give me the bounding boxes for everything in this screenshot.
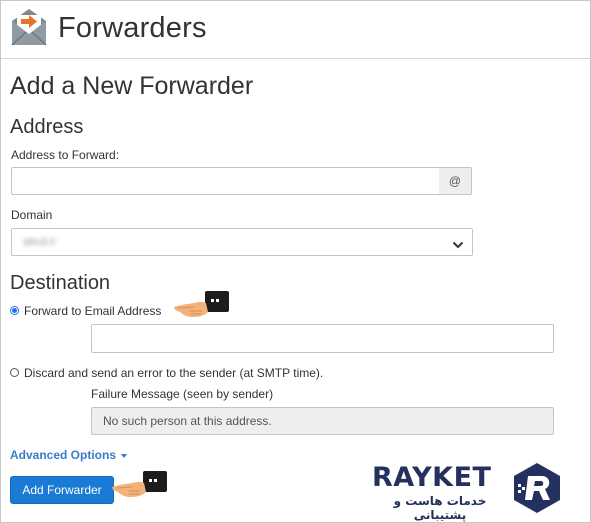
- address-heading: Address: [10, 116, 84, 138]
- chevron-down-icon: [452, 237, 464, 255]
- rayket-watermark: RAYKET خدمات هاست و پشتیبانی: [372, 462, 567, 522]
- pointing-hand-icon: [110, 470, 168, 507]
- advanced-options-link[interactable]: Advanced Options: [10, 448, 128, 462]
- destination-heading: Destination: [10, 272, 111, 294]
- failure-message-input[interactable]: No such person at this address.: [91, 407, 554, 435]
- domain-select-value: abcd.ir: [23, 236, 57, 248]
- brand-name: RAYKET: [372, 462, 492, 493]
- address-to-forward-input[interactable]: [11, 167, 440, 195]
- header-divider: [1, 58, 590, 59]
- at-symbol-addon: @: [439, 167, 472, 195]
- caret-down-icon: [121, 453, 128, 458]
- page-title: Forwarders: [58, 12, 207, 44]
- domain-label: Domain: [11, 208, 53, 222]
- rayket-logo-icon: [512, 462, 562, 519]
- section-title: Add a New Forwarder: [10, 72, 254, 100]
- email-forward-icon: [9, 7, 49, 52]
- brand-tagline: خدمات هاست و پشتیبانی: [393, 494, 487, 522]
- discard-label[interactable]: Discard and send an error to the sender …: [24, 366, 323, 380]
- discard-radio[interactable]: [10, 368, 19, 377]
- address-to-forward-label: Address to Forward:: [11, 148, 120, 162]
- failure-message-label: Failure Message (seen by sender): [91, 387, 274, 401]
- forward-email-input[interactable]: [91, 324, 554, 353]
- forward-to-email-label[interactable]: Forward to Email Address: [24, 304, 161, 318]
- add-forwarder-button[interactable]: Add Forwarder: [10, 476, 114, 504]
- page-header: Forwarders: [0, 0, 591, 59]
- forward-to-email-radio[interactable]: [10, 306, 19, 315]
- advanced-options-label: Advanced Options: [10, 448, 117, 462]
- pointing-hand-icon: [172, 290, 230, 327]
- domain-select[interactable]: abcd.ir: [11, 228, 473, 256]
